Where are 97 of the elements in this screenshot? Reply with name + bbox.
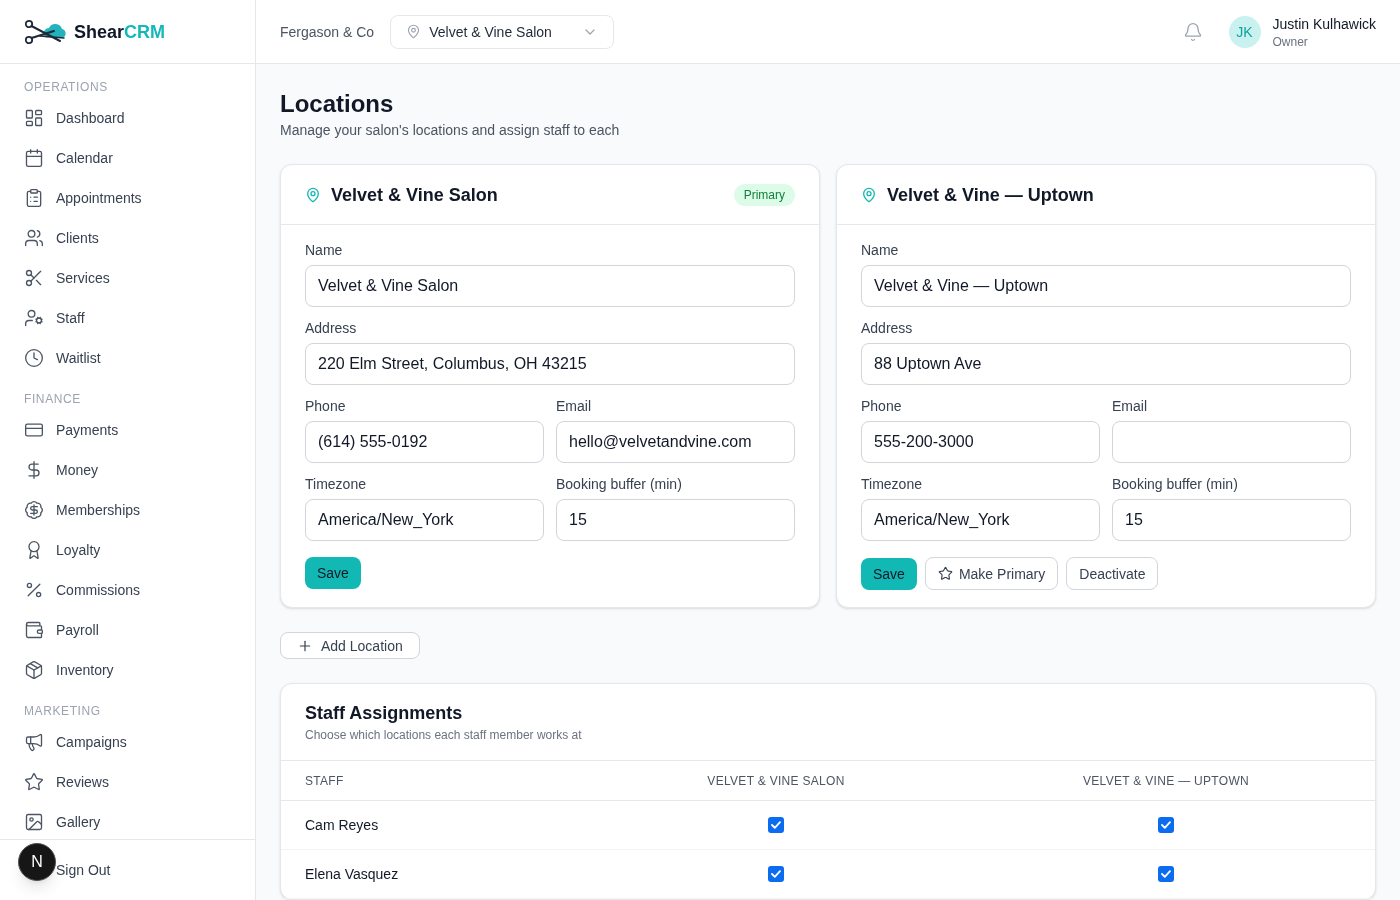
dev-indicator-badge[interactable]: N xyxy=(18,843,56,881)
nav-item[interactable]: Reviews xyxy=(0,762,255,802)
nav-item[interactable]: Staff xyxy=(0,298,255,338)
field-label: Timezone xyxy=(305,475,367,494)
nav-item[interactable]: Commissions xyxy=(0,570,255,610)
input-field[interactable]: America/New_York xyxy=(861,499,1100,541)
checkbox[interactable] xyxy=(1158,817,1174,833)
organization-name: Fergason & Co xyxy=(280,22,375,42)
staff-name: Elena Vasquez xyxy=(304,865,400,884)
brand-name: ShearCRM xyxy=(74,20,166,44)
map-pin-icon xyxy=(406,24,422,39)
input-field[interactable]: 15 xyxy=(1112,499,1351,541)
checkbox[interactable] xyxy=(1158,866,1174,882)
field-label: Address xyxy=(861,319,914,338)
field-label: Email xyxy=(556,397,592,416)
input-field[interactable]: 220 Elm Street, Columbus, OH 43215 xyxy=(305,343,795,385)
nav-item[interactable]: Memberships xyxy=(0,490,255,530)
nav-item[interactable]: Calendar xyxy=(0,138,255,178)
calendar-icon xyxy=(24,148,44,168)
nav-item[interactable]: Payments xyxy=(0,410,255,450)
card-title: Staff Assignments xyxy=(305,702,464,725)
nav-item[interactable]: Loyalty xyxy=(0,530,255,570)
nav-item[interactable]: Inventory xyxy=(0,650,255,690)
input-field[interactable]: Velvet & Vine Salon xyxy=(305,265,795,307)
field-label: Name xyxy=(861,241,900,260)
megaphone-icon xyxy=(24,732,44,752)
nav-item[interactable]: Campaigns xyxy=(0,722,255,762)
checkmark-icon xyxy=(1161,821,1171,829)
checkbox[interactable] xyxy=(768,866,784,882)
dashboard-grid-icon xyxy=(24,108,44,128)
column-header: VELVET & VINE — UPTOWN xyxy=(1082,772,1250,789)
field-label: Name xyxy=(305,241,344,260)
clipboard-list-icon xyxy=(24,188,44,208)
section-label: FINANCE xyxy=(23,391,82,407)
checkmark-icon xyxy=(1161,870,1171,878)
field-label: Email xyxy=(1112,397,1148,416)
percent-icon xyxy=(24,580,44,600)
deactivate-button[interactable]: Deactivate xyxy=(1066,557,1159,590)
user-role: Owner xyxy=(1272,33,1309,50)
scissors-icon xyxy=(24,268,44,288)
field-label: Phone xyxy=(861,397,903,416)
field-label: Phone xyxy=(305,397,347,416)
page-title: Locations xyxy=(280,89,395,119)
star-icon xyxy=(24,772,44,792)
scissors-cloud-logo-icon xyxy=(24,18,66,45)
select-value: Velvet & Vine Salon xyxy=(429,22,552,42)
card-title: Velvet & Vine — Uptown xyxy=(887,183,1094,207)
input-field[interactable] xyxy=(1112,421,1351,463)
field-label: Booking buffer (min) xyxy=(556,475,683,494)
map-pin-icon xyxy=(305,186,321,203)
wallet-icon xyxy=(24,620,44,640)
user-name: Justin Kulhawick xyxy=(1272,14,1376,34)
input-field[interactable]: 555-200-3000 xyxy=(861,421,1100,463)
nav-item[interactable]: Dashboard xyxy=(0,98,255,138)
save-button[interactable]: Save xyxy=(861,557,917,590)
image-icon xyxy=(24,812,44,832)
nav-item[interactable]: Gallery xyxy=(0,802,255,839)
add-location-button[interactable]: Add Location xyxy=(280,632,420,659)
input-field[interactable]: (614) 555-0192 xyxy=(305,421,544,463)
column-header: VELVET & VINE SALON xyxy=(706,772,846,789)
clock-icon xyxy=(24,348,44,368)
map-pin-icon xyxy=(861,186,877,203)
staff-name: Cam Reyes xyxy=(304,816,380,835)
nav-item[interactable]: Payroll xyxy=(0,610,255,650)
star-icon xyxy=(937,566,953,581)
section-label: MARKETING xyxy=(23,703,102,719)
users-icon xyxy=(24,228,44,248)
field-label: Address xyxy=(305,319,358,338)
checkbox[interactable] xyxy=(768,817,784,833)
nav-item[interactable]: Clients xyxy=(0,218,255,258)
column-header: STAFF xyxy=(304,772,345,789)
input-field[interactable]: Velvet & Vine — Uptown xyxy=(861,265,1351,307)
dollar-badge-icon xyxy=(24,500,44,520)
nav-item[interactable]: Services xyxy=(0,258,255,298)
card-title: Velvet & Vine Salon xyxy=(331,183,498,207)
section-label: OPERATIONS xyxy=(23,79,109,95)
box-icon xyxy=(24,660,44,680)
sign-out-link[interactable]: Sign Out xyxy=(56,860,111,880)
card-subtitle: Choose which locations each staff member works at xyxy=(305,727,583,743)
nav-item[interactable]: Appointments xyxy=(0,178,255,218)
field-label: Booking buffer (min) xyxy=(1112,475,1239,494)
save-button[interactable]: Save xyxy=(305,557,361,589)
field-label: Timezone xyxy=(861,475,923,494)
notifications-bell-icon[interactable] xyxy=(1182,21,1203,42)
nav-item[interactable]: Waitlist xyxy=(0,338,255,378)
make-primary-button[interactable]: Make Primary xyxy=(924,557,1059,590)
page-subtitle: Manage your salon's locations and assign staff to each xyxy=(280,121,621,140)
input-field[interactable]: America/New_York xyxy=(305,499,544,541)
input-field[interactable]: 88 Uptown Ave xyxy=(861,343,1351,385)
input-field[interactable]: hello@velvetandvine.com xyxy=(556,421,795,463)
checkmark-icon xyxy=(771,870,781,878)
checkmark-icon xyxy=(771,821,781,829)
location-select[interactable]: Velvet & Vine Salon xyxy=(390,14,615,49)
input-field[interactable]: 15 xyxy=(556,499,795,541)
user-gear-icon xyxy=(24,308,44,328)
nav-item[interactable]: Money xyxy=(0,450,255,490)
status-badge: Primary xyxy=(733,183,795,206)
